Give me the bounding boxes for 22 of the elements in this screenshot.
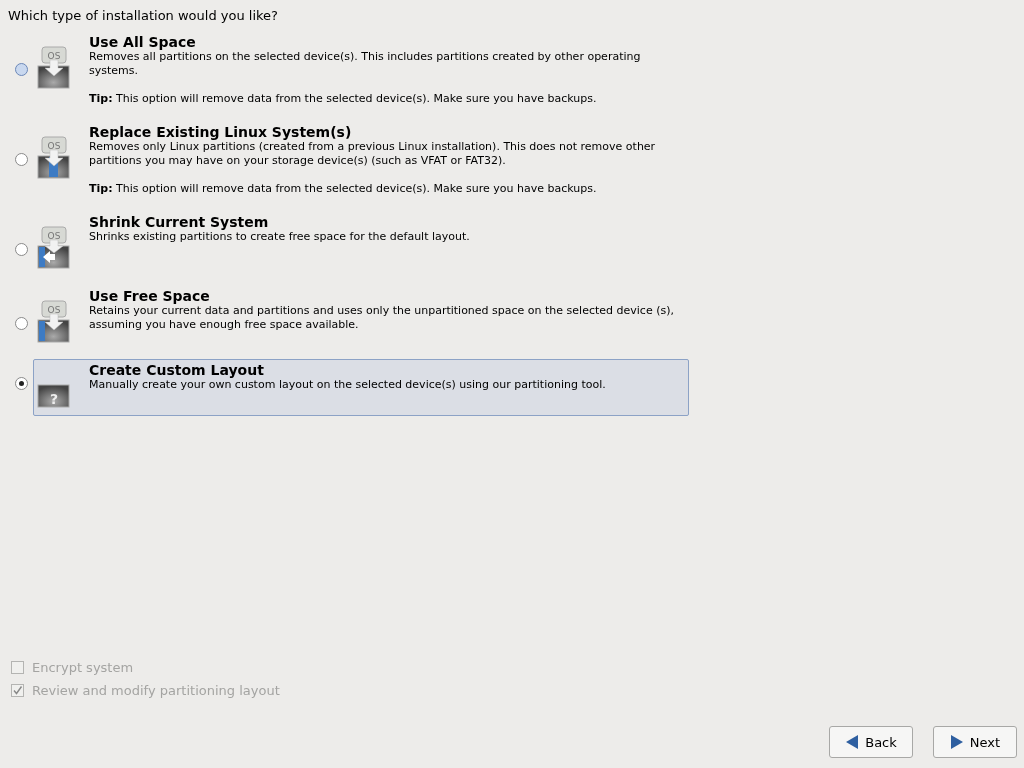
back-button[interactable]: Back	[829, 726, 913, 758]
option-tip: Tip: This option will remove data from the selected device(s). Make sure you have backups.	[89, 92, 598, 106]
radio-button[interactable]	[15, 153, 28, 166]
question-heading: Which type of installation would you like?	[8, 8, 279, 23]
option-title: Use Free Space	[89, 288, 211, 304]
option-description: Retains your current data and partitions and uses only the unpartitioned space on the selected device (s), assuming you have enough free space available.	[89, 304, 675, 332]
option-tip: Tip: This option will remove data from the selected device(s). Make sure you have backups.	[89, 182, 598, 196]
option-description: Removes all partitions on the selected device(s). This includes partitions created by other operating systems.	[89, 50, 642, 78]
radio-button[interactable]	[15, 243, 28, 256]
option-description: Shrinks existing partitions to create free space for the default layout.	[89, 230, 470, 244]
option-title: Create Custom Layout	[89, 362, 265, 378]
radio-button[interactable]	[15, 317, 28, 330]
next-button[interactable]: Next	[933, 726, 1017, 758]
option-title: Replace Existing Linux System(s)	[89, 124, 353, 140]
left-arrow-icon	[845, 734, 860, 750]
option-title: Use All Space	[89, 34, 197, 50]
option-description: Manually create your own custom layout on the selected device(s) using our partitioning tool.	[89, 378, 606, 392]
radio-button[interactable]	[15, 377, 28, 390]
radio-button[interactable]	[15, 63, 28, 76]
right-arrow-icon	[949, 734, 964, 750]
option-title: Shrink Current System	[89, 214, 270, 230]
option-description: Removes only Linux partitions (created from a previous Linux installation). This does not remove other partitions you may have on your storage device(s) (such as VFAT or FAT32).	[89, 140, 657, 168]
